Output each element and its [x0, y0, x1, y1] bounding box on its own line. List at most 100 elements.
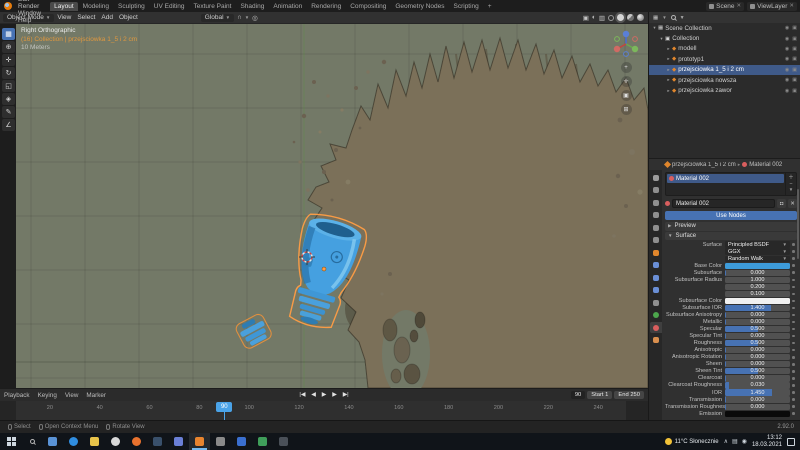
property-dropdown[interactable]: Random Walk▼: [725, 256, 790, 262]
timeline-menu-view[interactable]: View: [61, 392, 83, 399]
outliner-row[interactable]: ▾▦Scene Collection◉▣: [649, 23, 800, 33]
property-slider[interactable]: 0.000: [725, 361, 790, 367]
taskbar-app-edge[interactable]: [63, 433, 84, 450]
keyframe-dot[interactable]: [790, 314, 797, 317]
measure-tool[interactable]: ∠: [2, 119, 15, 131]
orientation-dropdown[interactable]: Global ▼: [201, 14, 234, 22]
camera-icon[interactable]: ▣: [792, 46, 797, 52]
view-layer-selector[interactable]: ViewLayer ✕: [747, 2, 797, 11]
show-gizmo-icon[interactable]: ▣: [583, 14, 589, 22]
rotate-tool[interactable]: ↻: [2, 67, 15, 79]
taskbar-app-steam[interactable]: [147, 433, 168, 450]
taskbar-app-excel[interactable]: [252, 433, 273, 450]
taskbar-app-mail[interactable]: [42, 433, 63, 450]
disclosure-icon[interactable]: ▸: [665, 77, 672, 83]
workspace-tab-rendering[interactable]: Rendering: [307, 2, 345, 11]
property-slider[interactable]: 1.400: [725, 305, 790, 311]
keyframe-dot[interactable]: [790, 363, 797, 366]
keyframe-dot[interactable]: [790, 384, 797, 387]
property-slider[interactable]: 1.450: [725, 389, 790, 395]
keyframe-dot[interactable]: [790, 370, 797, 373]
menu-help[interactable]: Help: [15, 17, 44, 24]
keyframe-dot[interactable]: [790, 349, 797, 352]
cursor-tool[interactable]: ⊕: [2, 41, 15, 53]
menu-render[interactable]: Render: [15, 3, 44, 10]
taskbar-app-explorer[interactable]: [84, 433, 105, 450]
scene-selector[interactable]: Scene ✕: [706, 2, 744, 11]
outliner-row[interactable]: ▾▣Collection◉▣: [649, 33, 800, 43]
properties-scrollbar[interactable]: [797, 189, 799, 259]
eye-icon[interactable]: ◉: [785, 56, 789, 62]
taskbar-app-chrome[interactable]: [105, 433, 126, 450]
navigation-axis-gizmo[interactable]: [611, 29, 641, 59]
camera-icon[interactable]: ▣: [792, 25, 797, 31]
keyframe-dot[interactable]: [790, 250, 797, 253]
shading-rendered-button[interactable]: [637, 14, 644, 21]
preview-section-header[interactable]: ▶ Preview: [665, 222, 797, 231]
outliner-row[interactable]: ▸◆przejsciowka 1_5 i 2 cm◉▣: [649, 65, 800, 75]
keyframe-dot[interactable]: [790, 398, 797, 401]
move-tool[interactable]: ✛: [2, 54, 15, 66]
editor-type-icon[interactable]: ▦: [653, 15, 658, 21]
properties-tab-view-layer[interactable]: [650, 210, 662, 221]
eye-icon[interactable]: ◉: [785, 25, 789, 31]
keyframe-dot[interactable]: [790, 377, 797, 380]
browse-material-icon[interactable]: [665, 201, 670, 206]
eye-icon[interactable]: ◉: [785, 36, 789, 42]
material-slot-row[interactable]: Material 002: [667, 174, 784, 183]
camera-view-icon[interactable]: ▣: [621, 90, 632, 101]
property-dropdown[interactable]: Principled BSDF▼: [725, 241, 790, 247]
property-slider[interactable]: 0.000: [725, 375, 790, 381]
property-color-swatch[interactable]: [725, 411, 790, 417]
keyframe-dot[interactable]: [790, 405, 797, 408]
keyframe-dot[interactable]: [790, 286, 797, 289]
property-slider[interactable]: 0.000: [725, 270, 790, 276]
workspace-tab-shading[interactable]: Shading: [236, 2, 268, 11]
shading-solid-button[interactable]: [617, 14, 624, 21]
property-slider[interactable]: 0.500: [725, 326, 790, 332]
keyframe-dot[interactable]: [790, 279, 797, 282]
properties-tab-modifiers[interactable]: [650, 260, 662, 271]
blue-adapter-fragment[interactable]: [234, 312, 273, 350]
workspace-tab-animation[interactable]: Animation: [269, 2, 306, 11]
keyframe-dot[interactable]: [790, 264, 797, 267]
perspective-toggle-icon[interactable]: ⊞: [621, 104, 632, 115]
jump-to-start-button[interactable]: |◀: [298, 392, 306, 398]
disclosure-icon[interactable]: ▸: [665, 88, 672, 94]
eye-icon[interactable]: ◉: [785, 46, 789, 52]
outliner-row[interactable]: ▸◆przejsciowka nowsza◉▣: [649, 75, 800, 85]
unlink-view-layer-icon[interactable]: ✕: [789, 3, 794, 9]
current-frame-field[interactable]: 90: [571, 391, 585, 399]
toggle-xray-icon[interactable]: ▥: [599, 14, 605, 22]
timeline-menu-playback[interactable]: Playback: [0, 392, 34, 399]
keyframe-dot[interactable]: [790, 300, 797, 303]
disclosure-icon[interactable]: ▸: [665, 67, 672, 73]
unlink-material-icon[interactable]: ✕: [788, 199, 797, 208]
scale-tool[interactable]: ◱: [2, 80, 15, 92]
material-name-field[interactable]: Material 002: [672, 199, 775, 208]
property-slider[interactable]: 0.000: [725, 354, 790, 360]
camera-icon[interactable]: ▣: [792, 36, 797, 42]
surface-section-header[interactable]: ▼ Surface: [665, 232, 797, 241]
outliner-row[interactable]: ▸◆prototyp1◉▣: [649, 54, 800, 64]
tray-network-icon[interactable]: ▤: [732, 438, 738, 445]
use-nodes-button[interactable]: Use Nodes: [665, 211, 797, 220]
outliner-row[interactable]: ▸◆przejsciowka zawor◉▣: [649, 85, 800, 95]
property-color-swatch[interactable]: [725, 263, 790, 269]
keyframe-dot[interactable]: [790, 342, 797, 345]
property-slider[interactable]: 0.000: [725, 319, 790, 325]
property-slider[interactable]: 0.000: [725, 404, 790, 410]
next-keyframe-button[interactable]: ▶: [331, 392, 337, 398]
add-material-slot-button[interactable]: ＋: [788, 173, 794, 181]
keyframe-dot[interactable]: [790, 321, 797, 324]
workspace-tab-layout[interactable]: Layout: [50, 2, 78, 11]
property-number-field[interactable]: 1.000: [725, 277, 790, 283]
property-number-field[interactable]: 0.200: [725, 284, 790, 290]
properties-tab-material[interactable]: [650, 322, 662, 333]
eye-icon[interactable]: ◉: [785, 88, 789, 94]
fake-user-shield-icon[interactable]: ◘: [777, 199, 786, 208]
viewport-menu-object[interactable]: Object: [116, 14, 141, 21]
taskbar-app-discord[interactable]: [168, 433, 189, 450]
keyframe-dot[interactable]: [790, 412, 797, 415]
disclosure-icon[interactable]: ▾: [651, 25, 658, 31]
